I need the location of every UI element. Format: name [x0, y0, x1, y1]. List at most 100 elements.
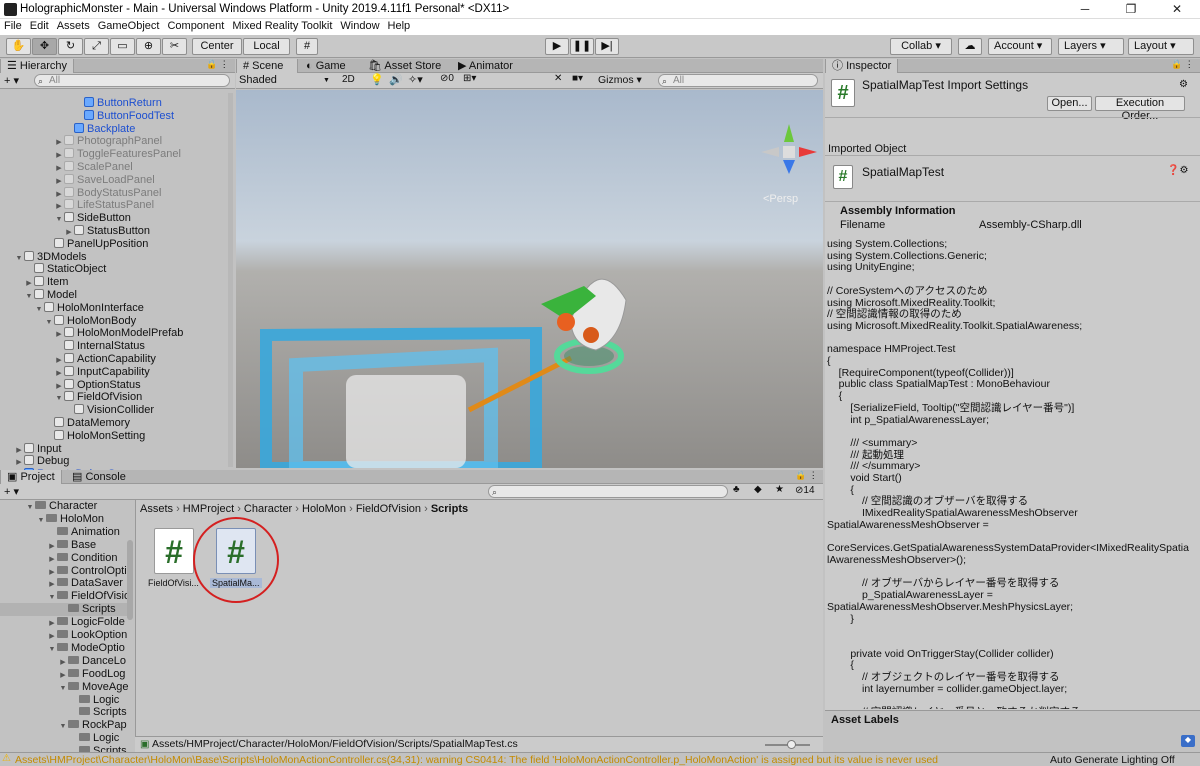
project-folder-item[interactable]: ▼ MoveAge	[0, 681, 129, 694]
filter-label-icon[interactable]: ◆	[754, 484, 762, 495]
project-folder-item[interactable]: ▶ DanceLo	[0, 655, 127, 668]
shading-mode-dropdown[interactable]: Shaded ▼	[239, 74, 331, 87]
expand-arrow-icon[interactable]: ▼	[54, 213, 64, 226]
expand-arrow-icon[interactable]: ▼	[44, 316, 54, 329]
effects-icon[interactable]: ✧▾	[408, 73, 423, 86]
menu-assets[interactable]: Assets	[53, 19, 94, 34]
gizmos-dropdown[interactable]: Gizmos ▾	[598, 74, 642, 86]
breadcrumb-item[interactable]: HMProject	[183, 503, 234, 515]
lock-icon[interactable]: 🔒 ⋮	[795, 470, 818, 481]
play-button[interactable]: ▶	[545, 38, 569, 55]
audio-icon[interactable]: 🔊	[389, 73, 403, 86]
expand-arrow-icon[interactable]: ▼	[14, 252, 24, 265]
menu-edit[interactable]: Edit	[26, 19, 53, 34]
cloud-icon[interactable]: ☁	[958, 38, 982, 55]
expand-arrow-icon[interactable]: ▼	[34, 303, 44, 316]
hand-tool-icon[interactable]: ✋	[6, 38, 31, 55]
menu-gameobject[interactable]: GameObject	[94, 19, 164, 34]
hierarchy-item[interactable]: ▼ FieldOfVision	[54, 391, 142, 404]
breadcrumb-item[interactable]: HoloMon	[302, 503, 346, 515]
tab-animator[interactable]: ▶ Animator	[452, 59, 519, 73]
layers-dropdown[interactable]: Layers ▾	[1058, 38, 1124, 55]
hierarchy-scrollbar[interactable]	[228, 93, 233, 467]
hierarchy-item[interactable]: ▶ Item	[24, 276, 68, 289]
hierarchy-item[interactable]: ▶ OptionStatus	[54, 378, 141, 392]
close-button[interactable]: ✕	[1154, 0, 1200, 19]
breadcrumb-item[interactable]: FieldOfVision	[356, 503, 421, 515]
project-folder-item[interactable]: ▶ Base	[0, 539, 127, 552]
hierarchy-item[interactable]: HoloMonSetting	[44, 429, 145, 443]
icon-size-slider-thumb[interactable]	[787, 740, 796, 749]
hierarchy-item[interactable]: ▼ SideButton	[54, 212, 131, 225]
breadcrumb-item[interactable]: Scripts	[431, 503, 468, 515]
hierarchy-item[interactable]: ▶ Debug	[14, 455, 69, 468]
menu-mrtk[interactable]: Mixed Reality Toolkit	[228, 19, 336, 34]
console-warning-message[interactable]: Assets\HMProject\Character\HoloMon\Base\…	[15, 754, 1035, 766]
project-folder-item[interactable]: ▼ FieldOfVisio	[0, 590, 131, 603]
hierarchy-item[interactable]: DataMemory	[44, 417, 130, 430]
hierarchy-item[interactable]: ▼ 3DModels	[14, 250, 87, 265]
script-file-icon[interactable]: #	[154, 528, 194, 574]
project-folder-item[interactable]: ▼ ModeOptio	[0, 642, 127, 655]
favorite-icon[interactable]: ★	[775, 484, 784, 495]
project-folder-item[interactable]: ▼ Character	[0, 500, 127, 513]
camera-icon[interactable]: ■▾	[572, 73, 583, 84]
hierarchy-item[interactable]: ButtonFoodTest	[74, 109, 174, 123]
collab-button[interactable]: Collab ▾	[890, 38, 952, 55]
project-folder-item[interactable]: Scripts	[0, 745, 127, 752]
breadcrumb-item[interactable]: Character	[244, 503, 292, 515]
step-button[interactable]: ▶|	[595, 38, 619, 55]
hierarchy-item[interactable]: ▶ ToggleFeaturesPanel	[54, 148, 181, 161]
project-folder-item[interactable]: Animation	[0, 526, 127, 539]
hierarchy-item[interactable]: ▶ StatusButton	[64, 225, 150, 238]
rect-tool-icon[interactable]: ▭	[110, 38, 135, 55]
hierarchy-item[interactable]: ▼ HoloMonInterface	[34, 301, 144, 316]
grid-icon[interactable]: ⊞▾	[463, 73, 476, 84]
scale-tool-icon[interactable]: ⤢	[84, 38, 109, 55]
project-folder-item[interactable]: Logic	[0, 732, 127, 745]
tab-project[interactable]: ▣ Project	[0, 470, 62, 484]
project-search-input[interactable]: ⌕	[488, 485, 728, 498]
project-folder-item[interactable]: ▼ HoloMon	[0, 513, 127, 526]
hierarchy-item[interactable]: ▶ ScalePanel	[54, 161, 133, 174]
hidden-count[interactable]: ⊘14	[795, 485, 815, 496]
file-label[interactable]: FieldOfVisi...	[148, 578, 199, 588]
lighting-icon[interactable]: 💡	[370, 73, 384, 86]
breadcrumb-item[interactable]: Assets	[140, 503, 173, 515]
lighting-status[interactable]: Auto Generate Lighting Off	[1050, 754, 1175, 766]
perspective-label[interactable]: <Persp	[763, 193, 798, 205]
hierarchy-item[interactable]: ButtonReturn	[74, 97, 162, 110]
tab-inspector[interactable]: ⓘ Inspector	[825, 59, 899, 73]
project-folder-item[interactable]: ▶ FoodLog	[0, 668, 127, 681]
menu-file[interactable]: File	[0, 19, 26, 34]
project-folder-item[interactable]: ▶ LookOption	[0, 629, 127, 642]
hierarchy-item[interactable]: ▶ LifeStatusPanel	[54, 199, 154, 212]
project-folder-item[interactable]: ▶ LogicFolde	[0, 616, 127, 629]
project-folder-item[interactable]: Scripts	[0, 603, 127, 617]
filter-type-icon[interactable]: ♣	[733, 484, 740, 495]
project-folder-item[interactable]: Scripts	[0, 706, 127, 719]
hierarchy-item[interactable]: VisionCollider	[64, 404, 154, 417]
project-folder-item[interactable]: ▼ RockPap	[0, 719, 127, 732]
execution-order-button[interactable]: Execution Order...	[1095, 96, 1185, 122]
layout-dropdown[interactable]: Layout ▾	[1128, 38, 1194, 55]
project-folder-item[interactable]: ▶ DataSaver	[0, 577, 127, 590]
pivot-local-button[interactable]: Local	[243, 38, 290, 55]
tab-hierarchy[interactable]: ☰ Hierarchy	[0, 59, 74, 73]
gear-icon[interactable]: ⚙	[1179, 79, 1188, 90]
tree-scrollbar[interactable]	[127, 540, 133, 620]
hierarchy-item[interactable]: StaticObject	[24, 263, 106, 276]
tab-asset-store[interactable]: 🛍 Asset Store	[362, 59, 447, 73]
hierarchy-item[interactable]: InternalStatus	[54, 340, 145, 353]
scene-search-input[interactable]: ⌕ All	[658, 74, 818, 87]
2d-toggle[interactable]: 2D	[342, 74, 355, 85]
hierarchy-item[interactable]: ▶ Input	[14, 442, 61, 456]
help-gear-icon[interactable]: ❓⚙	[1167, 165, 1188, 176]
hierarchy-item[interactable]: Backplate	[64, 122, 135, 136]
hidden-objects-icon[interactable]: ⊘0	[440, 73, 454, 84]
hierarchy-item[interactable]: ▶ InputCapability	[54, 365, 150, 379]
create-button[interactable]: + ▾	[4, 74, 19, 87]
open-button[interactable]: Open...	[1047, 96, 1092, 111]
tools-icon[interactable]: ✕	[554, 73, 562, 84]
label-tag-icon[interactable]: ◆	[1181, 735, 1195, 747]
